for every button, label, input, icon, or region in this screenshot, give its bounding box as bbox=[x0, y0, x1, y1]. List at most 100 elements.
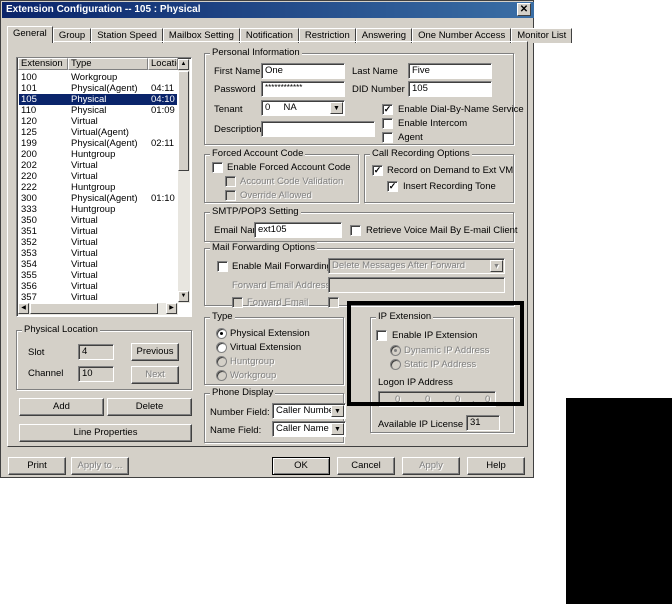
hscroll-thumb[interactable] bbox=[30, 303, 158, 314]
title-bar: Extension Configuration -- 105 : Physica… bbox=[2, 2, 534, 18]
close-icon[interactable]: ✕ bbox=[517, 3, 531, 16]
ok-button[interactable]: OK bbox=[272, 457, 330, 475]
dial-by-name-checkbox[interactable]: ✓ bbox=[382, 104, 393, 115]
forward-option-checkbox[interactable] bbox=[328, 297, 339, 308]
extension-type: Virtual bbox=[71, 160, 98, 171]
list-item[interactable]: 351 Virtual bbox=[19, 226, 177, 237]
tenant-select[interactable]: 0 NA ▼ bbox=[261, 100, 345, 116]
list-item[interactable]: 300 Physical(Agent) 01:10 bbox=[19, 193, 177, 204]
list-item[interactable]: 353 Virtual bbox=[19, 248, 177, 259]
type-legend: Type bbox=[210, 311, 235, 322]
extension-type: Virtual bbox=[71, 270, 98, 281]
mail-forwarding-checkbox[interactable] bbox=[217, 261, 228, 272]
list-item[interactable]: 220 Virtual bbox=[19, 171, 177, 182]
last-name-input[interactable]: Five bbox=[408, 63, 492, 79]
column-header-location[interactable]: Locatio bbox=[148, 58, 178, 70]
type-physical-radio[interactable] bbox=[216, 328, 227, 339]
forward-address-label: Forward Email Address bbox=[232, 280, 331, 291]
chevron-down-icon[interactable]: ▼ bbox=[331, 423, 344, 435]
name-field-select[interactable]: Caller Name ▼ bbox=[272, 421, 346, 437]
available-ip-license-field[interactable]: 31 bbox=[466, 415, 500, 431]
recording-tone-checkbox[interactable]: ✓ bbox=[387, 181, 398, 192]
tenant-value: 0 NA bbox=[265, 102, 297, 113]
help-button[interactable]: Help bbox=[467, 457, 525, 475]
account-code-validation-checkbox[interactable] bbox=[225, 176, 236, 187]
type-virtual-radio[interactable] bbox=[216, 342, 227, 353]
call-recording-legend: Call Recording Options bbox=[370, 148, 472, 159]
print-button[interactable]: Print bbox=[8, 457, 66, 475]
apply-button[interactable]: Apply bbox=[402, 457, 460, 475]
chevron-down-icon[interactable]: ▼ bbox=[490, 260, 503, 272]
list-item[interactable]: 350 Virtual bbox=[19, 215, 177, 226]
first-name-label: First Name bbox=[214, 66, 261, 77]
first-name-input[interactable]: One bbox=[261, 63, 345, 79]
list-item[interactable]: 333 Huntgroup bbox=[19, 204, 177, 215]
chevron-down-icon[interactable]: ▼ bbox=[330, 102, 343, 114]
list-item[interactable]: 357 Virtual bbox=[19, 292, 177, 303]
list-item[interactable]: 222 Huntgroup bbox=[19, 182, 177, 193]
forced-account-checkbox[interactable] bbox=[212, 162, 223, 173]
did-number-input[interactable]: 105 bbox=[408, 81, 492, 97]
retrieve-voicemail-checkbox[interactable] bbox=[350, 225, 361, 236]
email-name-input[interactable]: ext105 bbox=[254, 222, 342, 238]
override-allowed-checkbox[interactable] bbox=[225, 190, 236, 201]
number-field-select[interactable]: Caller Number ▼ bbox=[272, 403, 346, 419]
type-huntgroup-radio[interactable] bbox=[216, 356, 227, 367]
agent-checkbox[interactable] bbox=[382, 132, 393, 143]
list-item[interactable]: 125 Virtual(Agent) bbox=[19, 127, 177, 138]
delete-button[interactable]: Delete bbox=[107, 398, 192, 416]
extension-type: Physical(Agent) bbox=[71, 83, 138, 94]
previous-button[interactable]: Previous bbox=[131, 343, 179, 361]
line-properties-button[interactable]: Line Properties bbox=[19, 424, 192, 442]
next-button[interactable]: Next bbox=[131, 366, 179, 384]
column-header-extension[interactable]: Extension bbox=[18, 58, 68, 70]
list-item[interactable]: 355 Virtual bbox=[19, 270, 177, 281]
forward-option-select[interactable]: Delete Messages After Forward ▼ bbox=[328, 258, 505, 274]
extension-type: Virtual bbox=[71, 259, 98, 270]
slot-field[interactable]: 4 bbox=[78, 344, 114, 360]
extension-location: 02:11 bbox=[151, 138, 175, 149]
list-item[interactable]: 356 Virtual bbox=[19, 281, 177, 292]
extension-list[interactable]: Extension Type Locatio 100 Workgroup 101 Ph… bbox=[16, 57, 192, 317]
horizontal-scrollbar[interactable]: ◀ ▶ bbox=[18, 303, 178, 315]
scroll-left-icon[interactable]: ◀ bbox=[18, 303, 29, 314]
extension-number: 120 bbox=[21, 116, 37, 127]
scroll-thumb[interactable] bbox=[178, 71, 189, 171]
forward-email-checkbox[interactable] bbox=[232, 297, 243, 308]
list-item[interactable]: 352 Virtual bbox=[19, 237, 177, 248]
cancel-button[interactable]: Cancel bbox=[337, 457, 395, 475]
extension-type: Huntgroup bbox=[71, 149, 116, 160]
intercom-checkbox[interactable] bbox=[382, 118, 393, 129]
add-button[interactable]: Add bbox=[19, 398, 104, 416]
extension-number: 101 bbox=[21, 83, 37, 94]
chevron-down-icon[interactable]: ▼ bbox=[331, 405, 344, 417]
vertical-scrollbar[interactable]: ▲ ▼ bbox=[178, 59, 190, 303]
personal-information-legend: Personal Information bbox=[210, 47, 302, 58]
scroll-up-icon[interactable]: ▲ bbox=[178, 59, 189, 70]
scroll-right-icon[interactable]: ▶ bbox=[166, 303, 177, 314]
list-item[interactable]: 202 Virtual bbox=[19, 160, 177, 171]
forward-address-input[interactable] bbox=[328, 277, 505, 293]
forced-account-group: Forced Account Code Enable Forced Accoun… bbox=[204, 148, 359, 203]
description-input[interactable] bbox=[261, 121, 375, 137]
list-item[interactable]: 354 Virtual bbox=[19, 259, 177, 270]
extension-number: 202 bbox=[21, 160, 37, 171]
list-item[interactable]: 200 Huntgroup bbox=[19, 149, 177, 160]
list-item[interactable]: 105 Physical 04:10 bbox=[19, 94, 177, 105]
column-header-type[interactable]: Type bbox=[68, 58, 148, 70]
tab-general[interactable]: General bbox=[7, 26, 53, 43]
override-allowed-label: Override Allowed bbox=[240, 190, 312, 201]
list-item[interactable]: 110 Physical 01:09 bbox=[19, 105, 177, 116]
name-field-label: Name Field: bbox=[210, 425, 262, 436]
list-item[interactable]: 100 Workgroup bbox=[19, 72, 177, 83]
type-workgroup-radio[interactable] bbox=[216, 370, 227, 381]
list-item[interactable]: 120 Virtual bbox=[19, 116, 177, 127]
list-item[interactable]: 101 Physical(Agent) 04:11 bbox=[19, 83, 177, 94]
record-on-demand-checkbox[interactable]: ✓ bbox=[372, 165, 383, 176]
list-item[interactable]: 199 Physical(Agent) 02:11 bbox=[19, 138, 177, 149]
password-input[interactable]: ************ bbox=[261, 81, 345, 97]
channel-field[interactable]: 10 bbox=[78, 366, 114, 382]
scroll-down-icon[interactable]: ▼ bbox=[178, 291, 189, 302]
apply-to-button[interactable]: Apply to ... bbox=[71, 457, 129, 475]
mail-forwarding-label: Enable Mail Forwarding bbox=[232, 261, 332, 272]
